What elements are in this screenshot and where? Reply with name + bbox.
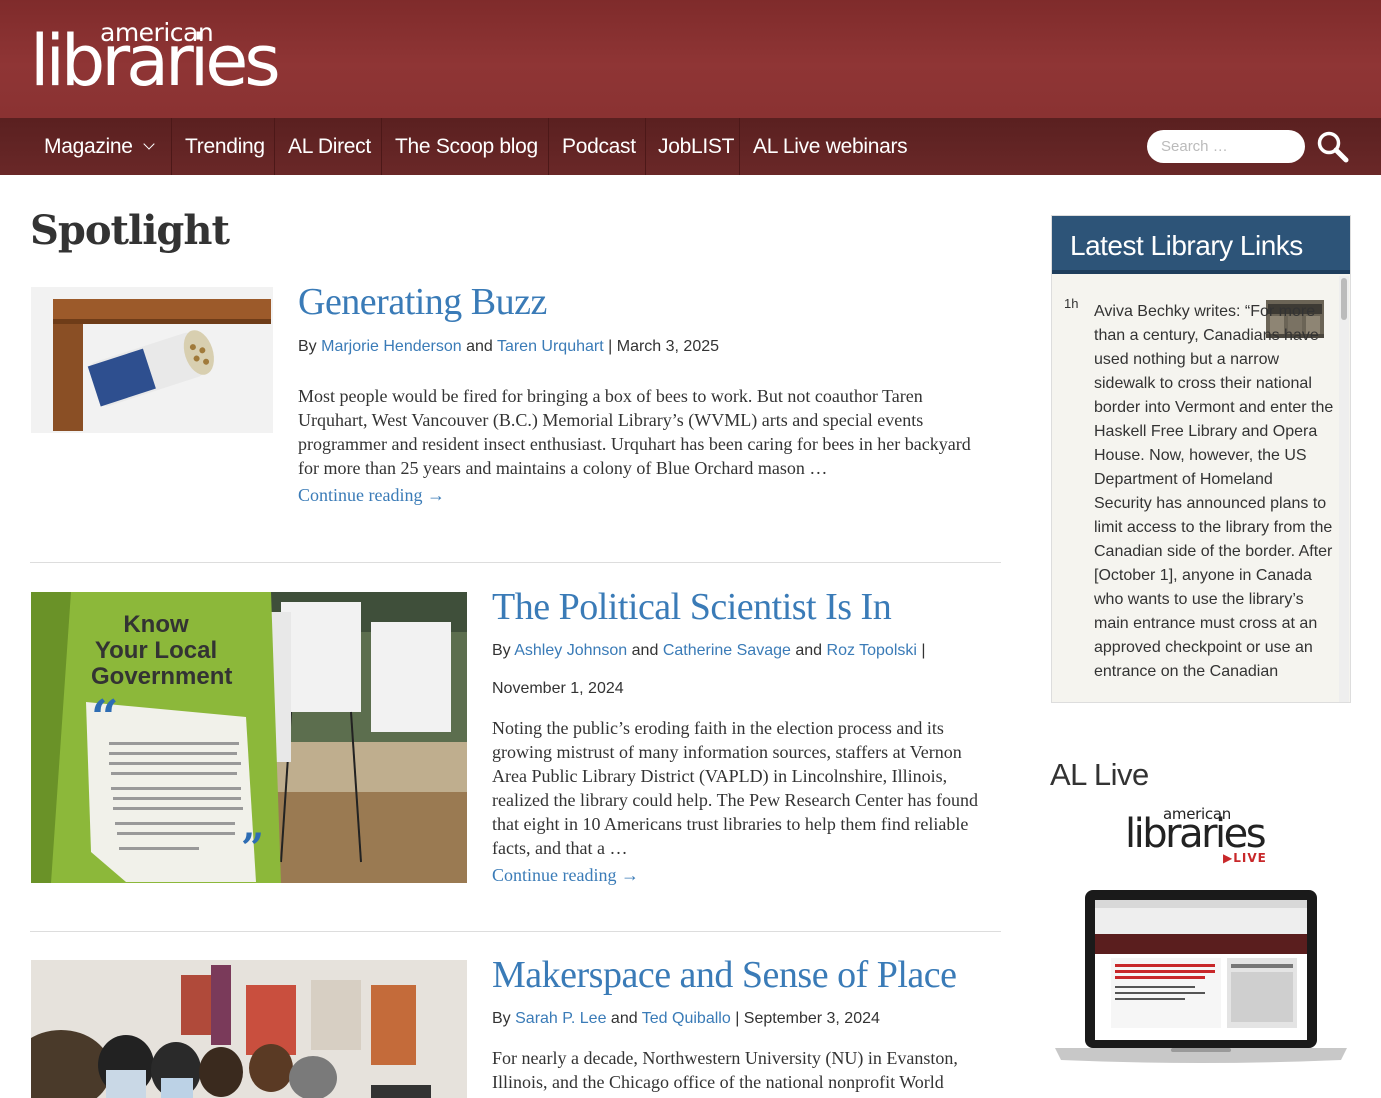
- author-link[interactable]: Ted Quiballo: [642, 1010, 731, 1027]
- nav-item-al-direct[interactable]: AL Direct: [288, 118, 371, 175]
- author-link[interactable]: Roz Topolski: [827, 642, 917, 659]
- chevron-down-icon: [142, 138, 155, 150]
- author-link[interactable]: Sarah P. Lee: [515, 1010, 606, 1027]
- byline-by: By: [492, 642, 511, 659]
- article-title-link[interactable]: Makerspace and Sense of Place: [492, 953, 957, 997]
- byline-by: By: [298, 338, 317, 355]
- al-live-logo-live: ▶LIVE: [1223, 851, 1267, 865]
- byline-separator: |: [735, 1010, 740, 1027]
- continue-reading-link[interactable]: Continue reading →: [298, 485, 445, 506]
- article-title-link[interactable]: The Political Scientist Is In: [492, 585, 892, 629]
- al-live-heading: AL Live: [1050, 757, 1149, 792]
- poster-line: Your Local: [94, 637, 218, 664]
- nav-item-podcast[interactable]: Podcast: [562, 118, 636, 175]
- page-title: Spotlight: [30, 207, 230, 254]
- article-excerpt: For nearly a decade, Northwestern Univer…: [492, 1048, 958, 1092]
- divider: [30, 562, 1001, 563]
- article-byline: By Marjorie Henderson and Taren Urquhart…: [298, 338, 719, 356]
- search-input[interactable]: [1147, 130, 1305, 163]
- byline-by: By: [492, 1010, 511, 1027]
- article-thumbnail-makerspace[interactable]: [31, 960, 467, 1098]
- article-date: September 3, 2024: [743, 1010, 880, 1027]
- article-byline: By Ashley Johnson and Catherine Savage a…: [492, 642, 926, 660]
- poster-heading: Know Your Local Government: [91, 611, 233, 690]
- byline-and: and: [466, 338, 493, 355]
- article-date: November 1, 2024: [492, 680, 624, 697]
- nav-divider: [739, 118, 740, 175]
- scrollbar[interactable]: [1339, 276, 1349, 702]
- logo-word-libraries: libraries: [30, 20, 281, 102]
- byline-separator: |: [608, 338, 613, 355]
- link-timestamp: 1h: [1064, 296, 1079, 311]
- poster-line: Know: [123, 611, 189, 638]
- nav-divider: [381, 118, 382, 175]
- divider: [30, 931, 1001, 932]
- nav-divider: [548, 118, 549, 175]
- article-date: March 3, 2025: [616, 338, 720, 355]
- byline-and: and: [610, 1010, 638, 1027]
- scrollbar-thumb[interactable]: [1341, 278, 1347, 320]
- nav-divider: [171, 118, 172, 175]
- widget-title: Latest Library Links: [1070, 230, 1303, 261]
- article-excerpt: Most people would be fired for bringing …: [298, 386, 971, 478]
- svg-text:”: ”: [241, 825, 264, 872]
- link-excerpt[interactable]: Aviva Bechky writes: “For more than a ce…: [1094, 300, 1334, 684]
- nav-divider: [274, 118, 275, 175]
- byline-and: and: [631, 642, 659, 659]
- article-thumbnail-know-your-government[interactable]: “ ” Know Your Local Government: [31, 592, 467, 883]
- latest-links-header: Latest Library Links: [1052, 216, 1350, 274]
- nav-item-al-live-webinars[interactable]: AL Live webinars: [753, 118, 908, 175]
- nav-divider: [645, 118, 646, 175]
- article-title-link[interactable]: Generating Buzz: [298, 280, 547, 324]
- author-link[interactable]: Taren Urquhart: [497, 338, 604, 355]
- latest-links-widget: Latest Library Links 1h Aviva Bechky wri…: [1051, 215, 1351, 703]
- nav-item-joblist[interactable]: JobLIST: [658, 118, 734, 175]
- article-byline: By Sarah P. Lee and Ted Quiballo | Septe…: [492, 1010, 880, 1028]
- nav-item-magazine[interactable]: Magazine: [44, 118, 155, 175]
- byline-separator: |: [921, 642, 926, 659]
- author-link[interactable]: Ashley Johnson: [514, 642, 627, 659]
- al-live-logo[interactable]: american libraries ▶LIVE: [1125, 805, 1285, 867]
- article-thumbnail-bee-house[interactable]: [31, 287, 273, 433]
- article-excerpt: Noting the public’s eroding faith in the…: [492, 718, 978, 858]
- masthead: american libraries: [0, 0, 1381, 118]
- continue-reading-link[interactable]: Continue reading →: [492, 865, 639, 886]
- svg-text:“: “: [91, 690, 119, 746]
- poster-line: Government: [91, 663, 233, 690]
- nav-item-scoop-blog[interactable]: The Scoop blog: [395, 118, 538, 175]
- laptop-webinar-image[interactable]: [1051, 888, 1351, 1068]
- nav-item-trending[interactable]: Trending: [185, 118, 265, 175]
- byline-and: and: [795, 642, 823, 659]
- author-link[interactable]: Marjorie Henderson: [321, 338, 462, 355]
- author-link[interactable]: Catherine Savage: [663, 642, 791, 659]
- search-icon[interactable]: [1316, 130, 1350, 164]
- nav-item-label: Magazine: [44, 135, 133, 158]
